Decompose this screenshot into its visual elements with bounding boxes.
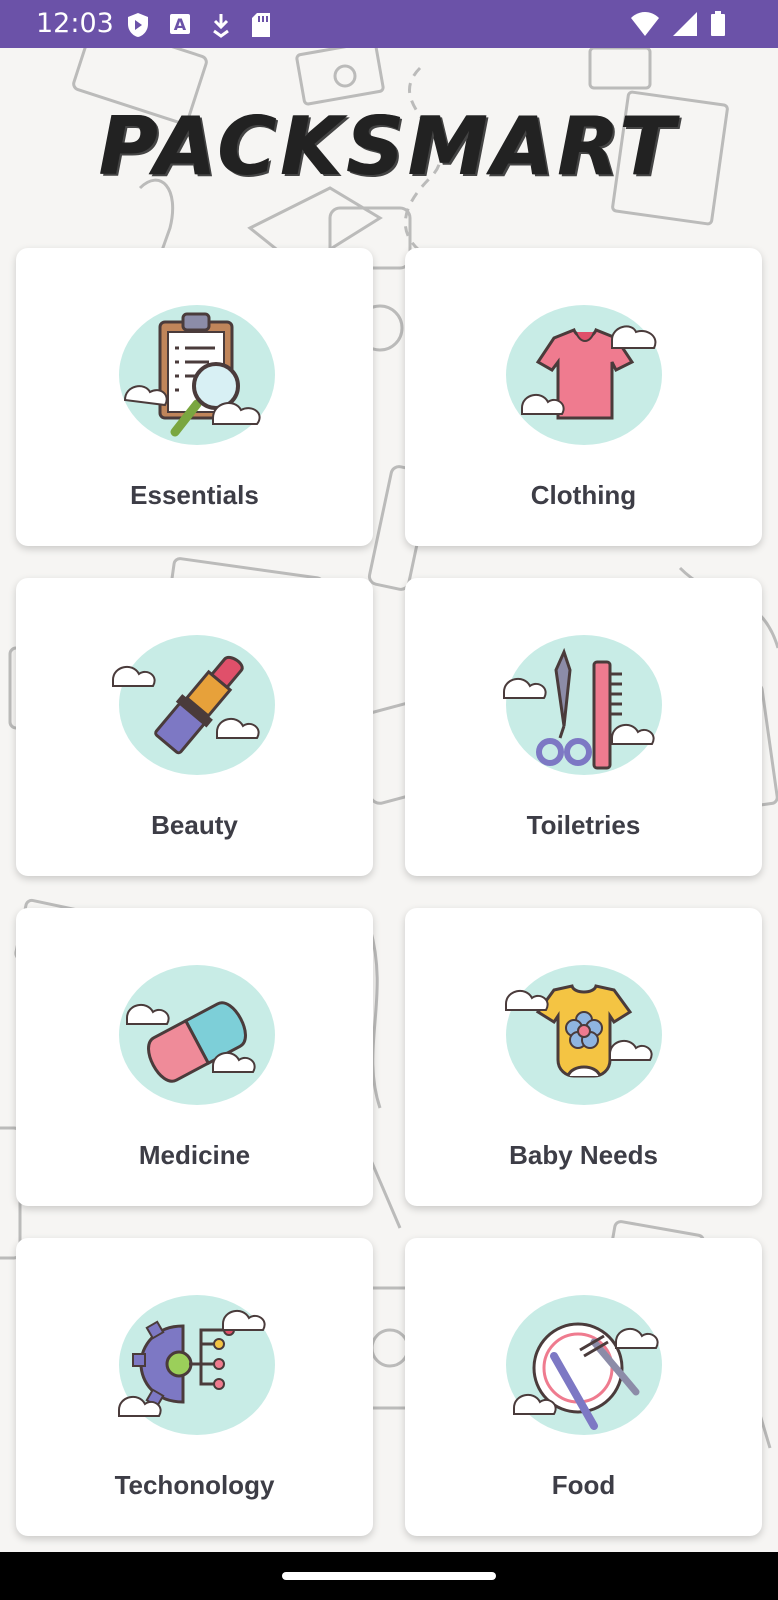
category-card-beauty[interactable]: Beauty bbox=[16, 578, 373, 876]
sd-card-icon bbox=[252, 13, 270, 37]
plate-fork-knife-icon bbox=[506, 1295, 662, 1435]
category-label-medicine: Medicine bbox=[138, 1140, 251, 1170]
gear-circuit-icon bbox=[118, 1295, 275, 1435]
category-label-toiletries: Toiletries bbox=[526, 810, 641, 840]
category-card-food[interactable]: Food bbox=[405, 1238, 762, 1536]
wifi-icon bbox=[631, 12, 659, 36]
status-time: 12:03 bbox=[36, 8, 114, 39]
category-card-essentials[interactable]: Essentials bbox=[16, 248, 373, 546]
signal-icon bbox=[673, 12, 697, 36]
category-card-baby-needs[interactable]: Baby Needs bbox=[405, 908, 762, 1206]
category-card-toiletries[interactable]: Toiletries bbox=[405, 578, 762, 876]
category-label-technology: Techonology bbox=[114, 1470, 275, 1500]
status-icons-right bbox=[630, 11, 726, 37]
lipstick-icon bbox=[112, 635, 275, 775]
category-label-food: Food bbox=[551, 1470, 616, 1500]
category-label-essentials: Essentials bbox=[130, 480, 259, 510]
shield-icon bbox=[128, 13, 148, 37]
baby-onesie-icon bbox=[505, 965, 662, 1105]
font-a-icon: A bbox=[170, 14, 190, 34]
home-gesture-handle[interactable] bbox=[282, 1572, 496, 1580]
category-label-baby-needs: Baby Needs bbox=[509, 1140, 658, 1170]
status-bar: 12:03 A bbox=[0, 0, 778, 48]
battery-icon bbox=[711, 11, 725, 36]
category-label-clothing: Clothing bbox=[530, 480, 637, 510]
tshirt-icon bbox=[506, 305, 662, 445]
clipboard-icon bbox=[119, 305, 275, 445]
status-icons-left: A bbox=[126, 12, 272, 38]
category-card-clothing[interactable]: Clothing bbox=[405, 248, 762, 546]
category-card-medicine[interactable]: Medicine bbox=[16, 908, 373, 1206]
category-label-beauty: Beauty bbox=[151, 810, 238, 840]
category-card-technology[interactable]: Techonology bbox=[16, 1238, 373, 1536]
svg-text:A: A bbox=[174, 15, 187, 34]
download-icon bbox=[213, 14, 229, 38]
pill-icon bbox=[119, 965, 275, 1105]
scissors-comb-icon bbox=[503, 635, 662, 775]
system-navigation-bar bbox=[0, 1552, 778, 1600]
app-title: PACKSMART bbox=[99, 100, 679, 193]
